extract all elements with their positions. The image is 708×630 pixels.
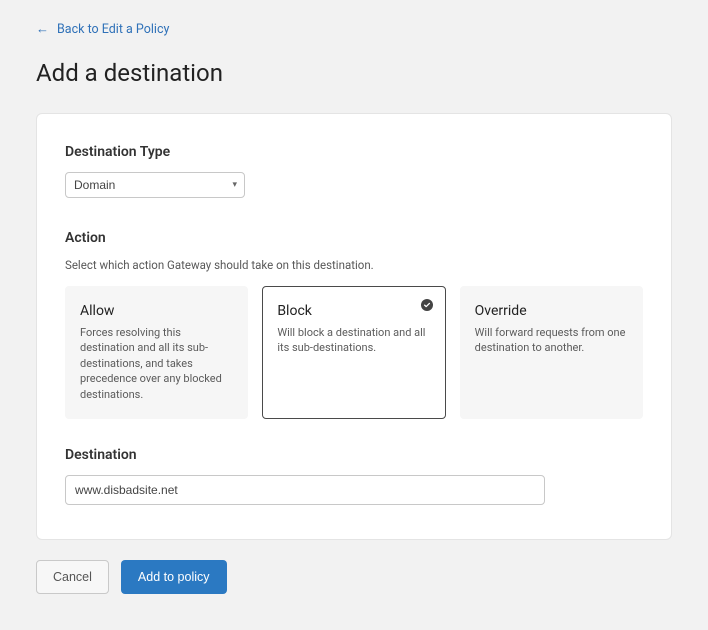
back-link[interactable]: ← Back to Edit a Policy	[36, 22, 169, 37]
action-option-desc: Will forward requests from one destinati…	[475, 325, 628, 356]
action-label: Action	[65, 230, 643, 246]
action-option-title: Allow	[80, 303, 233, 319]
action-option-title: Override	[475, 303, 628, 319]
arrow-left-icon: ←	[36, 23, 49, 36]
action-options: Allow Forces resolving this destination …	[65, 286, 643, 419]
page-title: Add a destination	[36, 59, 672, 87]
destination-input[interactable]	[65, 475, 545, 505]
action-option-allow[interactable]: Allow Forces resolving this destination …	[65, 286, 248, 419]
destination-label: Destination	[65, 447, 643, 463]
footer-actions: Cancel Add to policy	[36, 560, 672, 594]
destination-section: Destination	[65, 447, 643, 505]
destination-type-label: Destination Type	[65, 144, 643, 160]
check-circle-icon	[421, 299, 433, 311]
action-option-desc: Forces resolving this destination and al…	[80, 325, 233, 402]
form-card: Destination Type Domain ▾ Action Select …	[36, 113, 672, 540]
action-option-title: Block	[277, 303, 430, 319]
action-section: Action Select which action Gateway shoul…	[65, 230, 643, 419]
destination-type-select[interactable]: Domain	[65, 172, 245, 198]
back-link-label: Back to Edit a Policy	[57, 22, 169, 37]
action-hint: Select which action Gateway should take …	[65, 258, 643, 272]
add-to-policy-button[interactable]: Add to policy	[121, 560, 227, 594]
action-option-block[interactable]: Block Will block a destination and all i…	[262, 286, 445, 419]
destination-type-section: Destination Type Domain ▾	[65, 144, 643, 198]
cancel-button[interactable]: Cancel	[36, 560, 109, 594]
action-option-desc: Will block a destination and all its sub…	[277, 325, 430, 356]
action-option-override[interactable]: Override Will forward requests from one …	[460, 286, 643, 419]
